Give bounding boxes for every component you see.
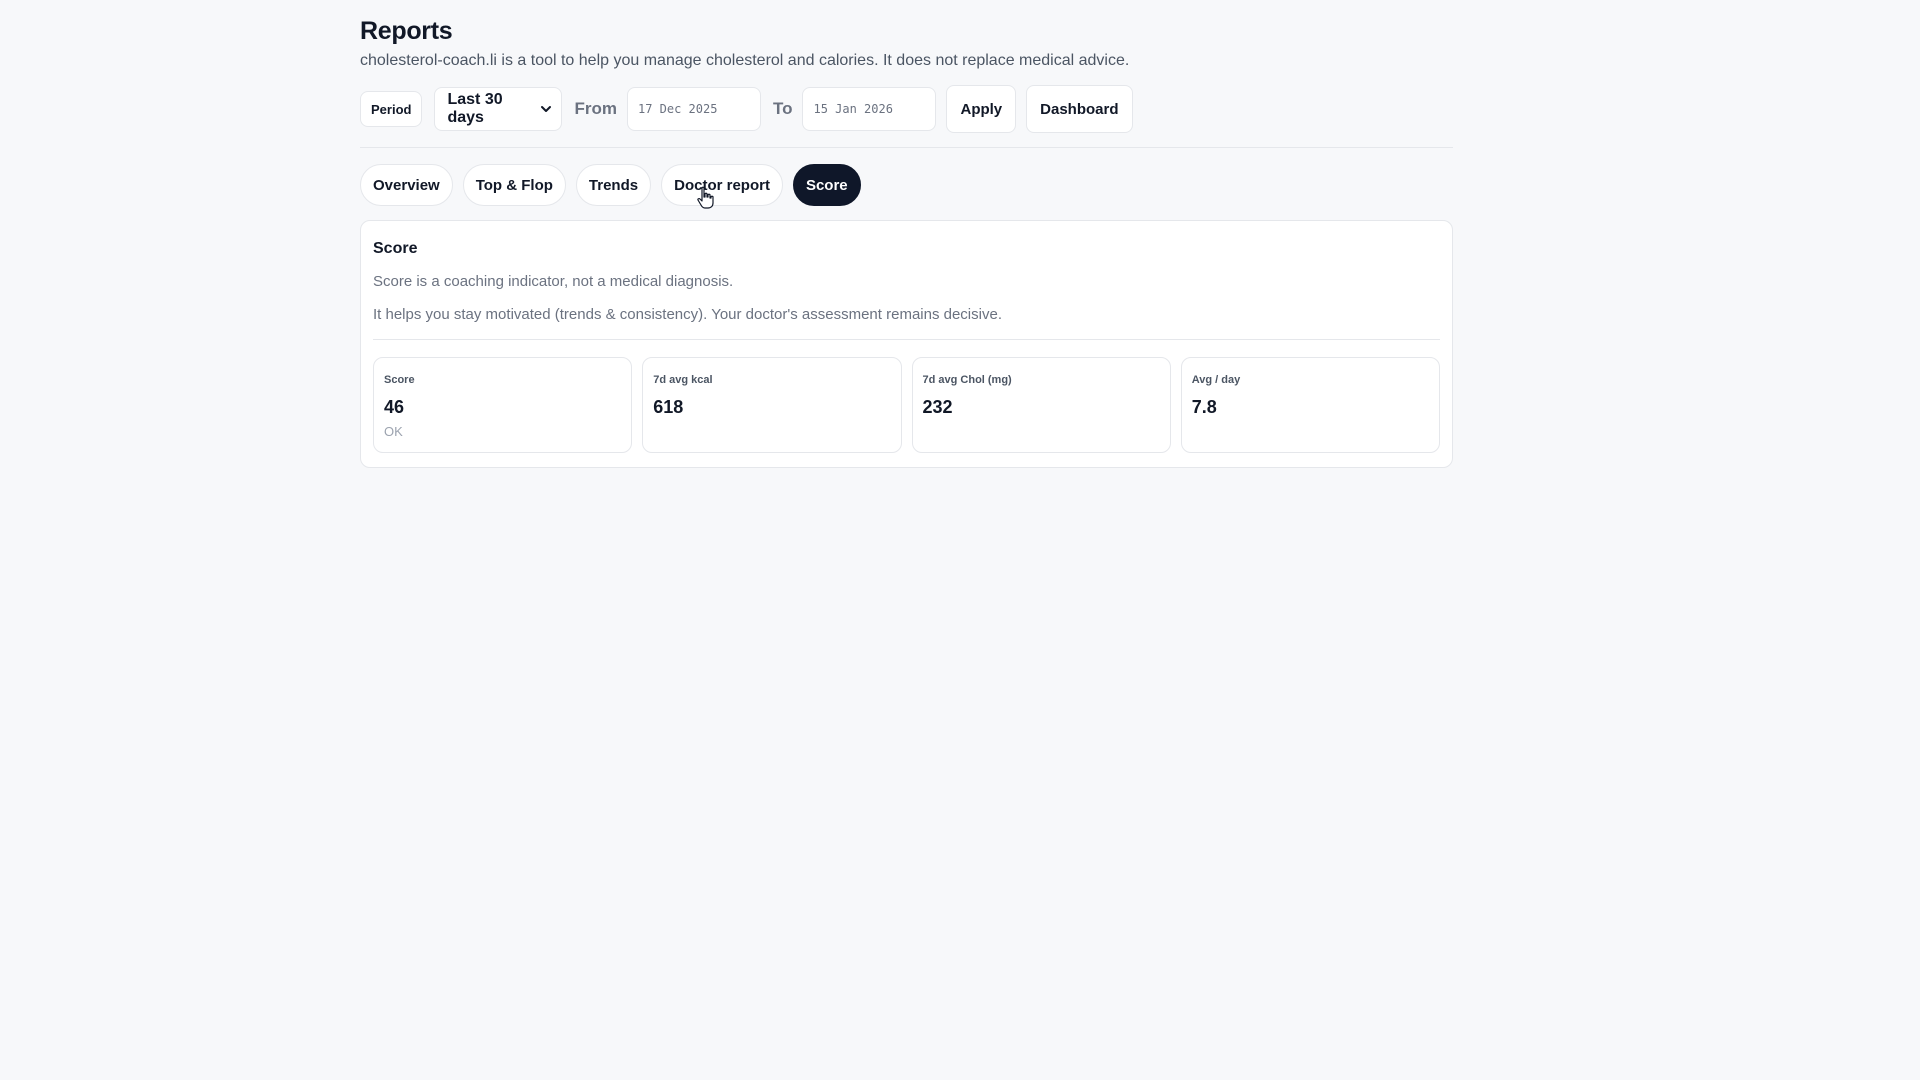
- kpi-value: 7.8: [1191, 397, 1217, 417]
- page-title: Reports: [360, 17, 453, 45]
- kpi-label: 7d avg kcal: [653, 374, 713, 386]
- period-select-value: Last 30 days: [447, 91, 503, 126]
- dashboard-button[interactable]: Dashboard: [1026, 85, 1133, 133]
- kpi-score: Score 46 OK: [373, 357, 633, 453]
- kpi-label: Avg / day: [1191, 374, 1241, 386]
- kpi-row: Score 46 OK 7d avg kcal 618 7d avg Chol …: [373, 357, 1440, 453]
- page-subtitle: cholesterol-coach.li is a tool to help y…: [360, 52, 1130, 69]
- apply-button[interactable]: Apply: [946, 85, 1017, 133]
- tab-score[interactable]: Score: [792, 164, 861, 206]
- period-label: Period: [360, 91, 423, 127]
- score-disclaimer: Score is a coaching indicator, not a med…: [373, 273, 734, 290]
- toolbar-divider: [360, 147, 1453, 148]
- tab-overview[interactable]: Overview: [360, 164, 453, 206]
- from-date-input[interactable]: [626, 87, 761, 131]
- card-divider: [373, 339, 1440, 340]
- to-label: To: [772, 99, 793, 118]
- to-date-input[interactable]: [802, 87, 937, 131]
- period-select[interactable]: Last 30 days: [434, 87, 563, 131]
- score-card: Score Score is a coaching indicator, not…: [360, 220, 1453, 468]
- kpi-avg-day: Avg / day 7.8: [1180, 357, 1440, 453]
- kpi-avg-kcal: 7d avg kcal 618: [642, 357, 902, 453]
- kpi-status: OK: [384, 424, 403, 439]
- tab-doctor-report[interactable]: Doctor report: [661, 164, 783, 206]
- kpi-label: Score: [384, 374, 415, 386]
- kpi-label: 7d avg Chol (mg): [922, 374, 1012, 386]
- score-explanation: It helps you stay motivated (trends & co…: [373, 306, 1002, 323]
- kpi-value: 618: [653, 397, 684, 417]
- score-card-title: Score: [373, 240, 418, 257]
- tab-top-flop[interactable]: Top & Flop: [462, 164, 566, 206]
- kpi-value: 232: [922, 397, 953, 417]
- chevron-down-icon: [539, 102, 553, 116]
- from-label: From: [574, 99, 617, 118]
- tab-trends[interactable]: Trends: [575, 164, 652, 206]
- kpi-avg-chol: 7d avg Chol (mg) 232: [911, 357, 1171, 453]
- report-tabs: Overview Top & Flop Trends Doctor report…: [360, 164, 1453, 209]
- period-toolbar: Period Last 30 days From To Apply Dashbo…: [360, 85, 1453, 133]
- kpi-value: 46: [384, 397, 405, 417]
- reports-page: Reports cholesterol-coach.li is a tool t…: [360, 14, 1453, 468]
